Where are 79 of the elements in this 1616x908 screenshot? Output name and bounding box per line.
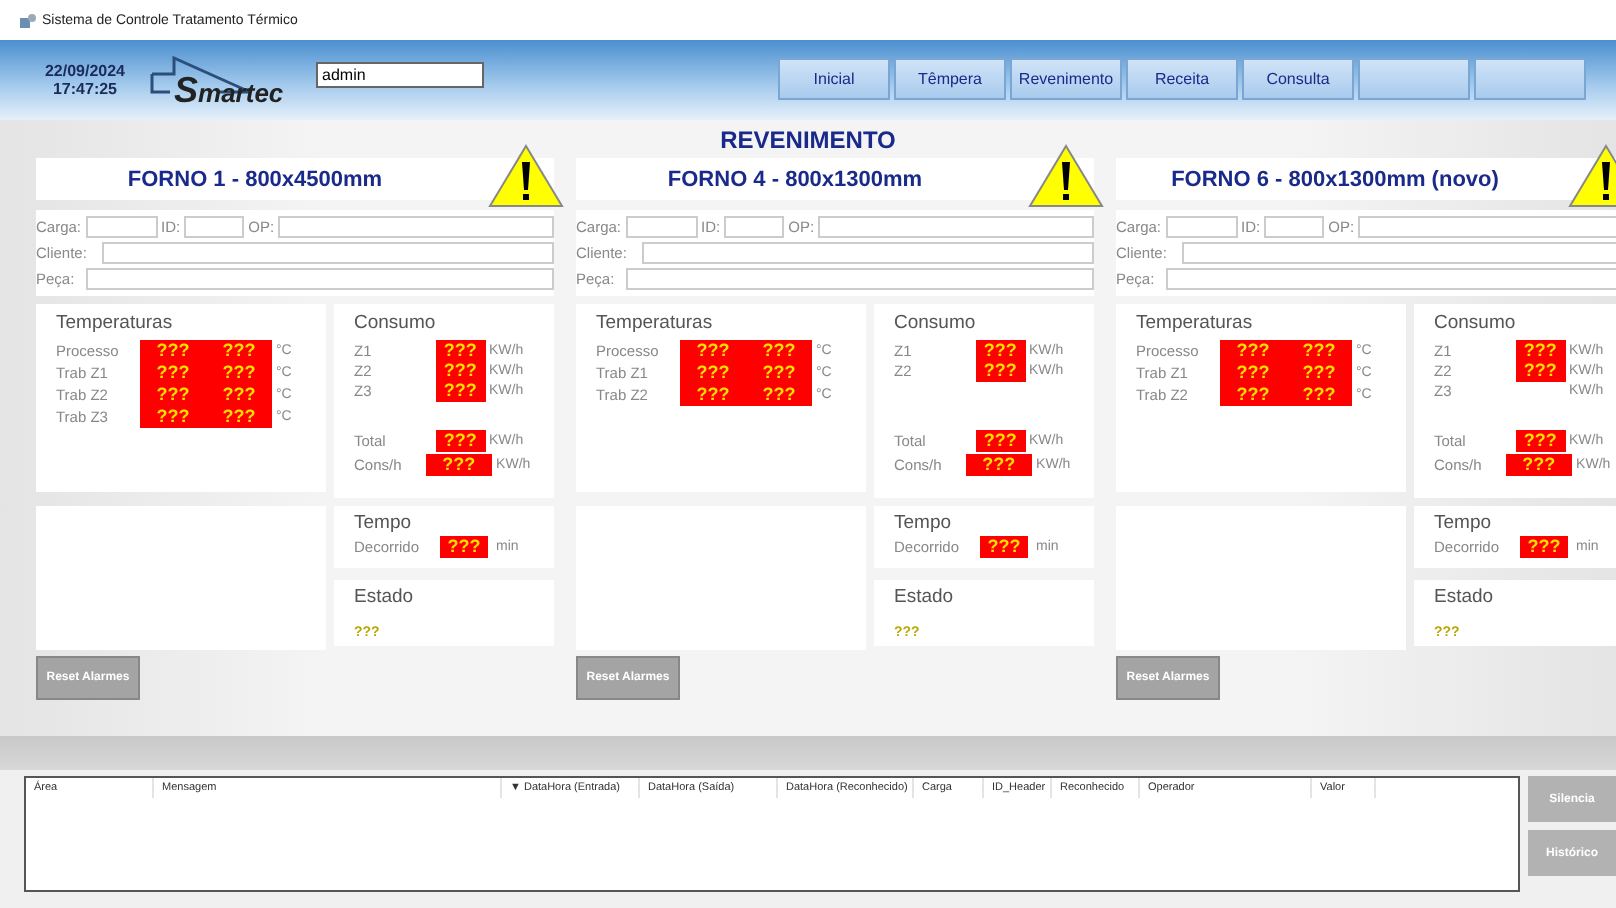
furnace-title: FORNO 6 - 800x1300mm (novo) bbox=[1169, 167, 1501, 191]
nav-button[interactable]: Receita bbox=[1126, 57, 1238, 99]
value-display: ??? bbox=[435, 429, 486, 451]
value-display: ??? bbox=[1520, 535, 1568, 557]
app-icon bbox=[20, 12, 36, 28]
value-display: ??? bbox=[746, 362, 812, 384]
value-display: ??? bbox=[435, 359, 486, 381]
value-display: ??? bbox=[680, 384, 746, 406]
value-display: ??? bbox=[435, 339, 486, 361]
id-field[interactable] bbox=[184, 216, 245, 238]
op-field[interactable] bbox=[278, 216, 554, 238]
value-display: ??? bbox=[1515, 359, 1566, 381]
blank-nav-button[interactable] bbox=[1474, 57, 1586, 99]
value-display: ??? bbox=[140, 340, 206, 362]
card-title: Estado bbox=[894, 586, 956, 608]
op-field[interactable] bbox=[1358, 216, 1616, 238]
value-display: ??? bbox=[680, 340, 746, 362]
value-display: ??? bbox=[435, 379, 486, 401]
peca-field[interactable] bbox=[86, 268, 554, 290]
card-title: Consumo bbox=[1434, 312, 1518, 334]
value-display: ??? bbox=[975, 429, 1026, 451]
value-display: ??? bbox=[1505, 453, 1573, 475]
value-display: ??? bbox=[140, 384, 206, 406]
card-title: Tempo bbox=[354, 512, 414, 534]
peca-field[interactable] bbox=[626, 268, 1094, 290]
value-display: ??? bbox=[440, 535, 488, 557]
card-title: Tempo bbox=[894, 512, 954, 534]
carga-field[interactable] bbox=[625, 216, 698, 238]
carga-field[interactable] bbox=[85, 216, 158, 238]
card-title: Consumo bbox=[894, 312, 978, 334]
value-display: ??? bbox=[746, 384, 812, 406]
date-label: 22/09/2024 bbox=[44, 62, 126, 80]
value-display: ??? bbox=[1515, 339, 1566, 361]
value-display: ??? bbox=[206, 406, 272, 428]
value-display: ??? bbox=[206, 362, 272, 384]
value-display: ??? bbox=[680, 362, 746, 384]
furnace-title: FORNO 4 - 800x1300mm bbox=[665, 167, 925, 191]
value-display: ??? bbox=[1286, 340, 1352, 362]
nav-button[interactable]: Consulta bbox=[1242, 57, 1354, 99]
value-display: ??? bbox=[975, 359, 1026, 381]
nav-button[interactable]: Inicial bbox=[778, 57, 890, 99]
cliente-field[interactable] bbox=[642, 242, 1094, 264]
value-display: ??? bbox=[1220, 362, 1286, 384]
blank-nav-button[interactable] bbox=[1358, 57, 1470, 99]
value-display: ??? bbox=[1220, 384, 1286, 406]
nav-button[interactable]: Têmpera bbox=[894, 57, 1006, 99]
value-display: ??? bbox=[965, 453, 1033, 475]
card-title: Tempo bbox=[1434, 512, 1494, 534]
time-label: 17:47:25 bbox=[52, 80, 118, 98]
value-display: ??? bbox=[1515, 429, 1566, 451]
card-title: Estado bbox=[1434, 586, 1496, 608]
card-title: Temperaturas bbox=[596, 312, 715, 334]
furnace-title: FORNO 1 - 800x4500mm bbox=[125, 167, 385, 191]
value-display: ??? bbox=[980, 535, 1028, 557]
value-display: ??? bbox=[1286, 384, 1352, 406]
peca-field[interactable] bbox=[1166, 268, 1616, 290]
user-field[interactable]: admin bbox=[316, 61, 484, 87]
value-display: ??? bbox=[425, 453, 493, 475]
carga-field[interactable] bbox=[1165, 216, 1238, 238]
value-display: ??? bbox=[140, 362, 206, 384]
value-display: ??? bbox=[140, 406, 206, 428]
card-title: Estado bbox=[354, 586, 416, 608]
page-title: REVENIMENTO bbox=[718, 124, 898, 158]
value-display: ??? bbox=[746, 340, 812, 362]
card-title: Temperaturas bbox=[56, 312, 175, 334]
card-title: Consumo bbox=[354, 312, 438, 334]
logo-text: Smartec bbox=[174, 70, 284, 112]
value-display: ??? bbox=[1220, 340, 1286, 362]
value-display: ??? bbox=[975, 339, 1026, 361]
cliente-field[interactable] bbox=[102, 242, 554, 264]
value-display: ??? bbox=[206, 340, 272, 362]
id-field[interactable] bbox=[724, 216, 785, 238]
value-display: ??? bbox=[1286, 362, 1352, 384]
op-field[interactable] bbox=[818, 216, 1094, 238]
card-title: Temperaturas bbox=[1136, 312, 1255, 334]
nav-button[interactable]: Revenimento bbox=[1010, 57, 1122, 99]
id-field[interactable] bbox=[1264, 216, 1325, 238]
cliente-field[interactable] bbox=[1182, 242, 1616, 264]
value-display: ??? bbox=[206, 384, 272, 406]
